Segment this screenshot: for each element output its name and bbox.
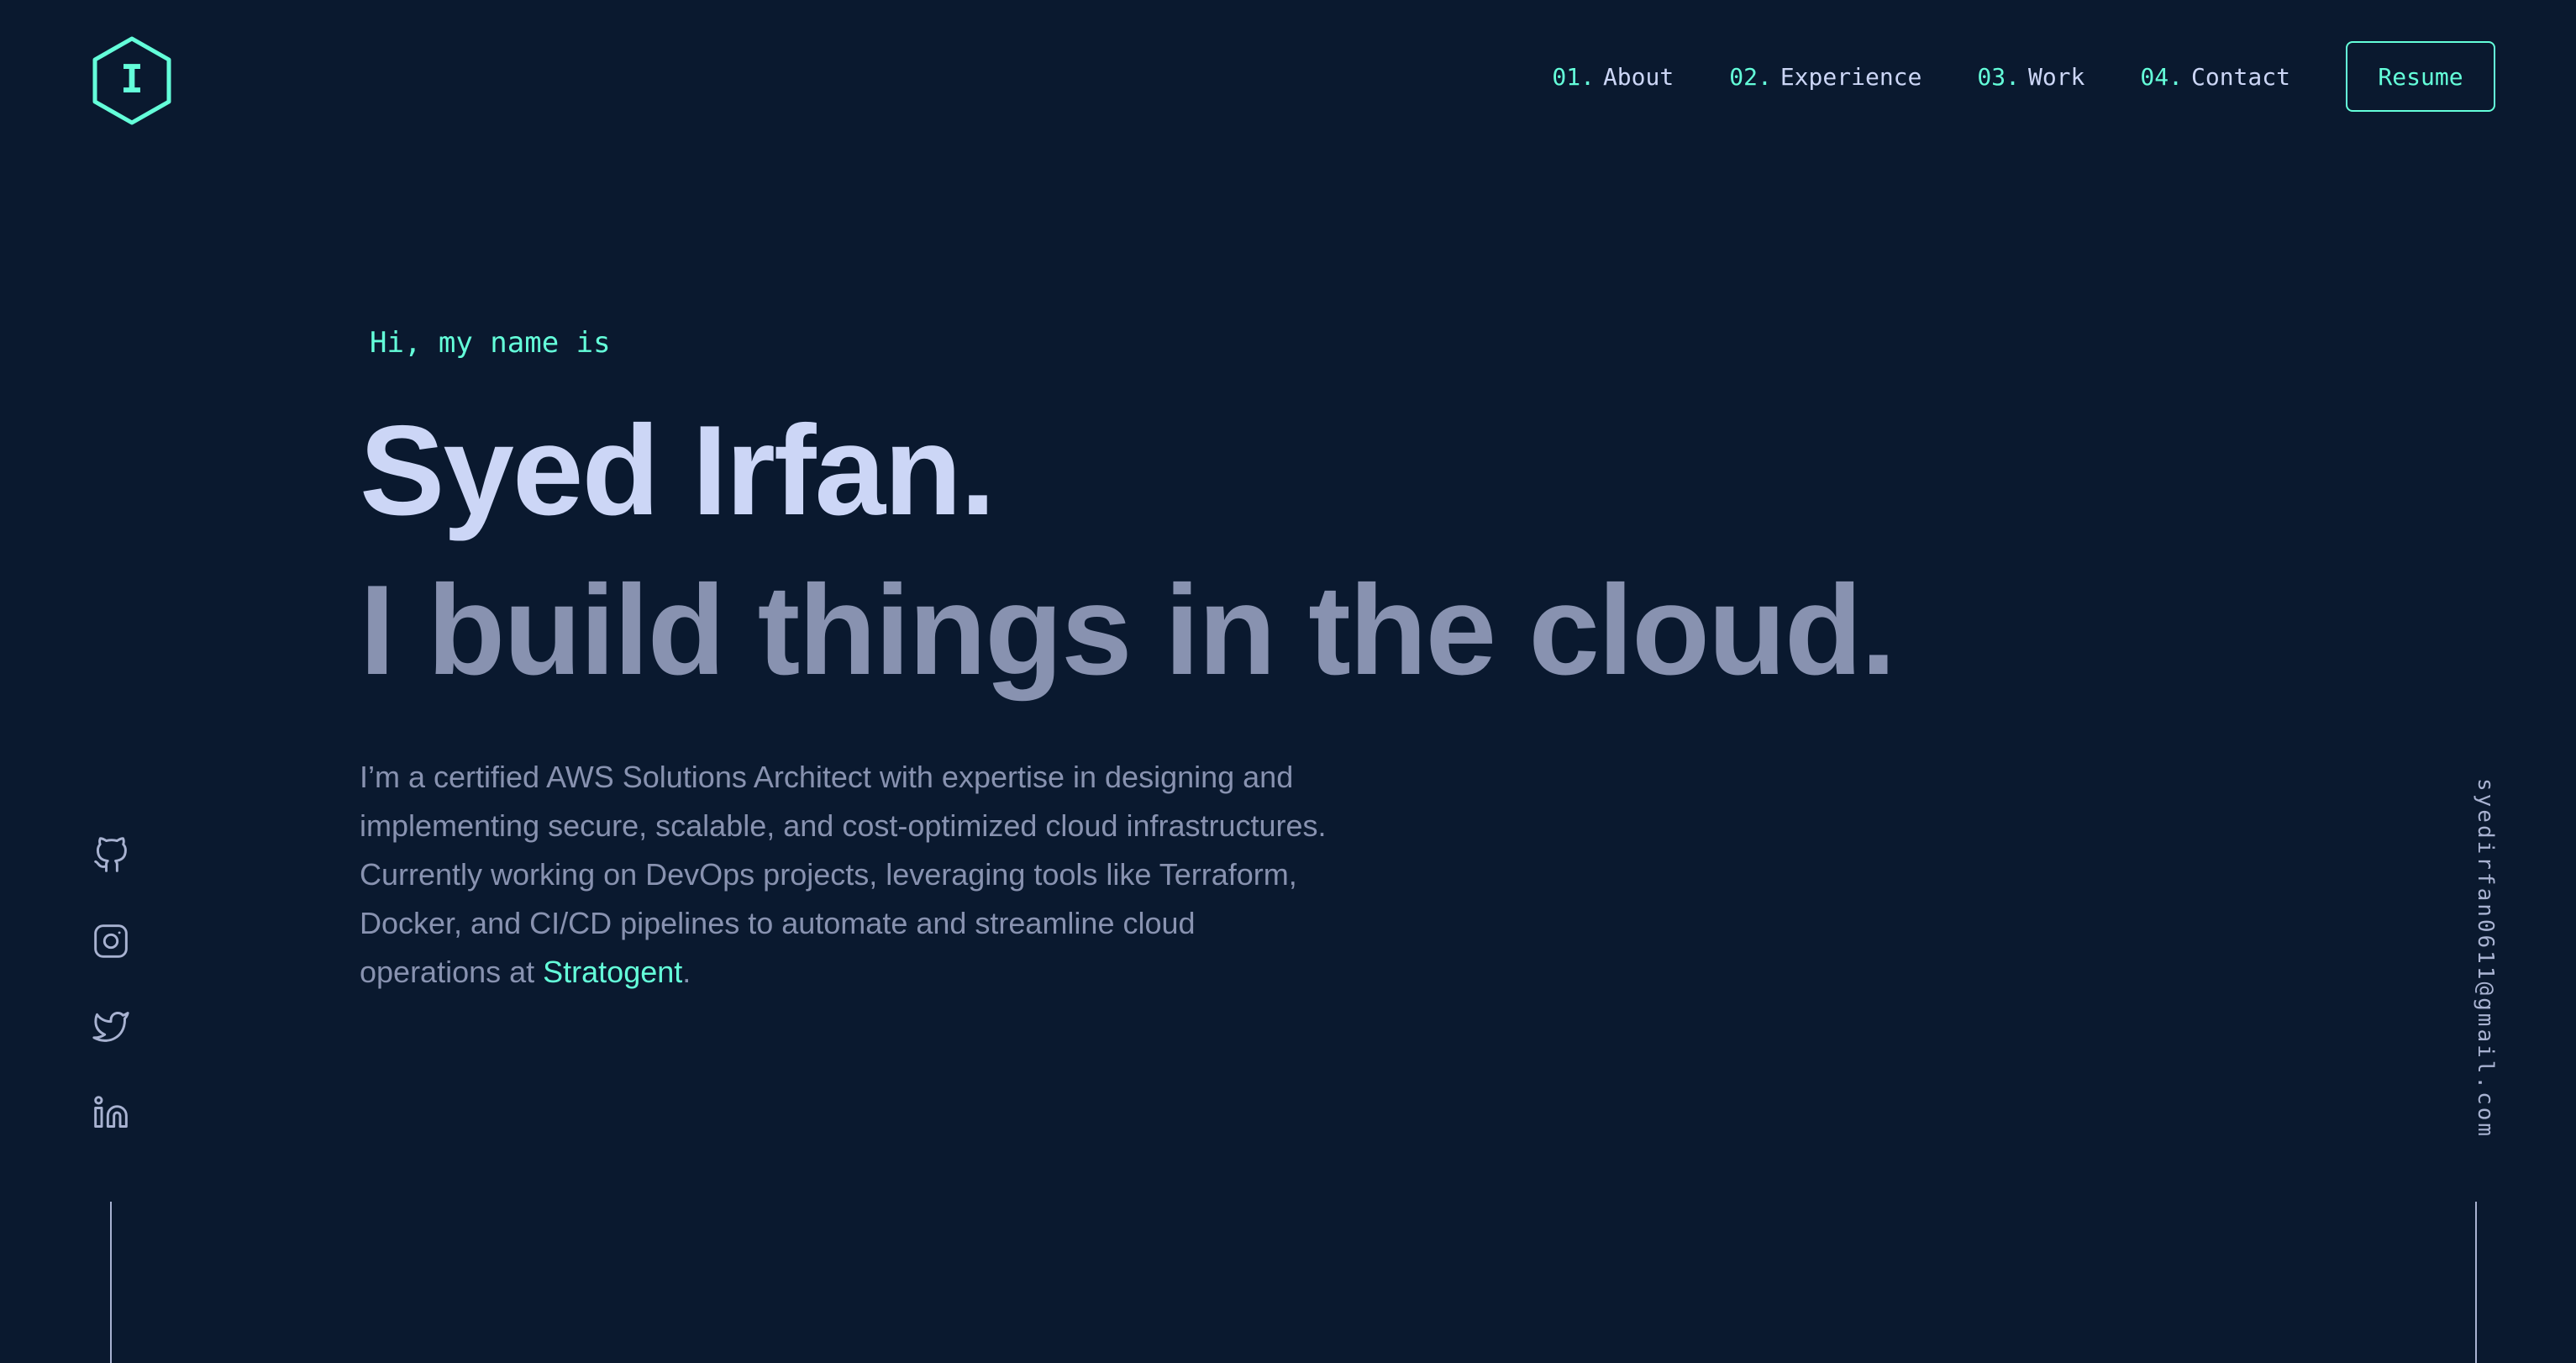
nav-item-about[interactable]: 01. About (1552, 63, 1674, 91)
logo-letter: I (120, 56, 144, 102)
nav-number: 04. (2140, 62, 2183, 91)
company-link[interactable]: Stratogent (543, 955, 682, 989)
intro-end: . (682, 955, 691, 989)
hero-section: Hi, my name is Syed Irfan. I build thing… (360, 319, 2040, 997)
main-nav: 01. About 02. Experience 03. Work 04. Co… (1552, 39, 2495, 114)
linkedin-icon (94, 1096, 128, 1128)
hero-name: Syed Irfan. (360, 399, 996, 542)
resume-button[interactable]: Resume (2346, 41, 2495, 112)
nav-label: About (1602, 62, 1674, 91)
twitter-icon (92, 1012, 129, 1042)
left-rail-line (110, 1202, 112, 1363)
nav-item-contact[interactable]: 04. Contact (2140, 63, 2290, 91)
site-header: I 01. About 02. Experience 03. Work 04. … (0, 0, 2576, 153)
nav-number: 03. (1977, 62, 2020, 91)
logo-hexagon-icon: I (92, 36, 171, 125)
github-icon (94, 837, 127, 872)
email-link[interactable]: syedirfan0611@gmail.com (2473, 778, 2498, 1139)
nav-label: Work (2027, 62, 2085, 91)
social-instagram[interactable] (89, 919, 133, 963)
hero-intro: I’m a certified AWS Solutions Architect … (360, 753, 1334, 997)
intro-text: I’m a certified AWS Solutions Architect … (360, 760, 1327, 989)
nav-number: 02. (1729, 62, 1772, 91)
social-linkedin[interactable] (89, 1091, 133, 1134)
nav-item-experience[interactable]: 02. Experience (1729, 63, 1921, 91)
right-rail-line (2475, 1202, 2477, 1363)
hero-tagline: I build things in the cloud. (360, 559, 1896, 702)
nav-label: Experience (1780, 62, 1922, 91)
logo[interactable]: I (91, 35, 173, 126)
social-links (89, 834, 136, 1176)
nav-item-work[interactable]: 03. Work (1977, 63, 2084, 91)
greeting-text: Hi, my name is (370, 326, 611, 360)
social-github[interactable] (89, 834, 133, 877)
nav-number: 01. (1552, 62, 1595, 91)
nav-label: Contact (2190, 62, 2290, 91)
instagram-icon (94, 924, 128, 958)
social-twitter[interactable] (89, 1005, 133, 1049)
